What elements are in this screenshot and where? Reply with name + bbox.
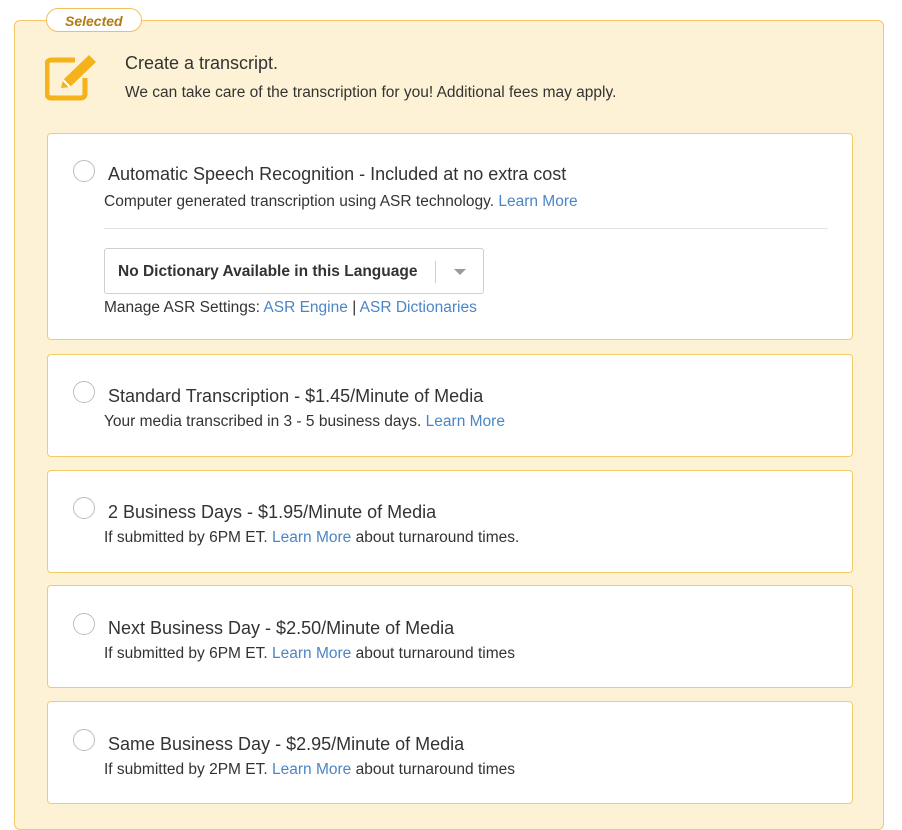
selected-badge: Selected (46, 8, 142, 32)
next-day-description: If submitted by 6PM ET. Learn More about… (104, 645, 515, 663)
asr-radio[interactable] (73, 160, 95, 182)
standard-option-card[interactable]: Standard Transcription - $1.45/Minute of… (47, 354, 853, 457)
standard-title: Standard Transcription - $1.45/Minute of… (108, 386, 484, 406)
asr-settings-row: Manage ASR Settings: ASR Engine | ASR Di… (104, 299, 477, 317)
asr-option-card[interactable]: Automatic Speech Recognition - Included … (47, 133, 853, 340)
next-day-learn-more-link[interactable]: Learn More (272, 645, 351, 662)
chevron-down-icon[interactable] (454, 269, 466, 275)
standard-radio[interactable] (73, 381, 95, 403)
next-day-desc-prefix: If submitted by 6PM ET. (104, 645, 268, 662)
same-day-radio[interactable] (73, 729, 95, 751)
asr-dictionaries-link[interactable]: ASR Dictionaries (360, 299, 477, 316)
asr-title: Automatic Speech Recognition - Included … (108, 164, 567, 184)
asr-engine-link[interactable]: ASR Engine (263, 299, 347, 316)
asr-description: Computer generated transcription using A… (104, 193, 578, 211)
two-day-learn-more-link[interactable]: Learn More (272, 529, 351, 546)
next-day-option-card[interactable]: Next Business Day - $2.50/Minute of Medi… (47, 585, 853, 688)
same-day-description: If submitted by 2PM ET. Learn More about… (104, 761, 515, 779)
asr-divider (104, 228, 828, 229)
same-day-learn-more-link[interactable]: Learn More (272, 761, 351, 778)
two-day-description: If submitted by 6PM ET. Learn More about… (104, 529, 519, 547)
dropdown-separator (435, 261, 436, 283)
next-day-desc-suffix: about turnaround times (355, 645, 515, 662)
next-day-title: Next Business Day - $2.50/Minute of Medi… (108, 618, 455, 638)
two-day-title: 2 Business Days - $1.95/Minute of Media (108, 502, 437, 522)
same-day-desc-suffix: about turnaround times (355, 761, 515, 778)
standard-description: Your media transcribed in 3 - 5 business… (104, 413, 505, 431)
same-day-title: Same Business Day - $2.95/Minute of Medi… (108, 734, 465, 754)
same-day-option-card[interactable]: Same Business Day - $2.95/Minute of Medi… (47, 701, 853, 804)
asr-link-separator: | (352, 299, 357, 316)
manage-asr-label: Manage ASR Settings: (104, 299, 260, 316)
two-day-radio[interactable] (73, 497, 95, 519)
same-day-desc-prefix: If submitted by 2PM ET. (104, 761, 268, 778)
dictionary-select[interactable]: No Dictionary Available in this Language (104, 248, 484, 294)
edit-icon (45, 55, 96, 101)
asr-learn-more-link[interactable]: Learn More (498, 193, 577, 210)
dictionary-select-value: No Dictionary Available in this Language (118, 263, 418, 280)
asr-desc-text: Computer generated transcription using A… (104, 193, 495, 210)
next-day-radio[interactable] (73, 613, 95, 635)
header-subtitle: We can take care of the transcription fo… (125, 84, 617, 101)
two-day-desc-suffix: about turnaround times. (355, 529, 520, 546)
two-day-option-card[interactable]: 2 Business Days - $1.95/Minute of Media … (47, 470, 853, 573)
standard-learn-more-link[interactable]: Learn More (426, 413, 505, 430)
two-day-desc-prefix: If submitted by 6PM ET. (104, 529, 268, 546)
header-title: Create a transcript. (125, 53, 279, 73)
standard-desc-text: Your media transcribed in 3 - 5 business… (104, 413, 422, 430)
